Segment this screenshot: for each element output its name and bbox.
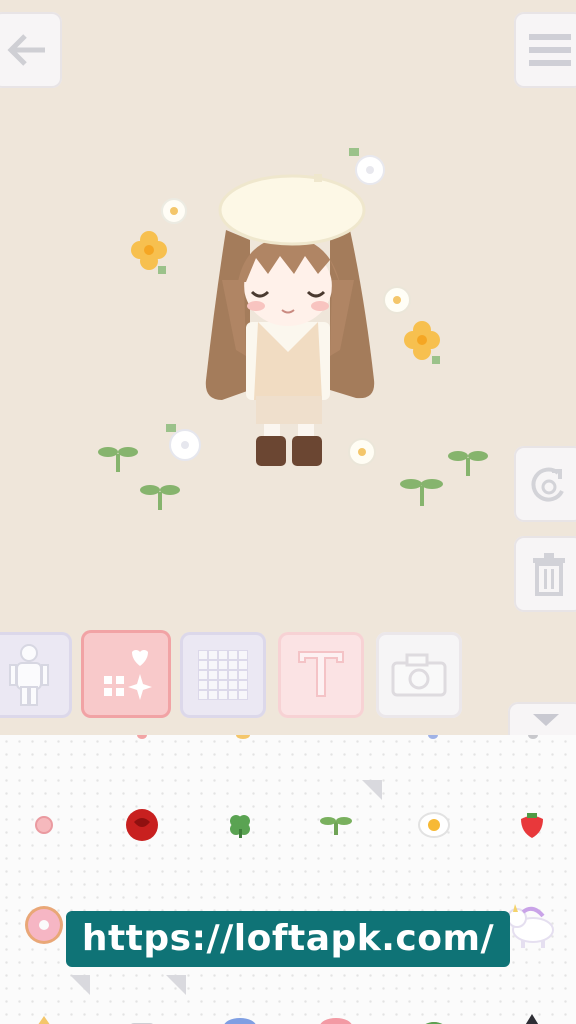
character-illustration[interactable] [0, 60, 576, 620]
rotate-icon [531, 467, 564, 502]
person-icon [9, 644, 49, 706]
tool-text[interactable] [278, 632, 364, 718]
partial-sticker[interactable] [528, 735, 538, 739]
sticker-blue-macaron[interactable] [210, 987, 270, 1024]
sprout-sticker[interactable] [98, 447, 138, 472]
strawberry-icon [521, 813, 543, 838]
partial-sticker[interactable] [428, 735, 438, 739]
pink-macaron-icon [320, 1018, 352, 1024]
camera-icon [391, 653, 447, 697]
blue-macaron-icon [224, 1018, 256, 1024]
flower-sticker[interactable] [348, 438, 376, 466]
partial-sticker[interactable] [236, 735, 250, 739]
flower-sticker[interactable] [166, 424, 201, 461]
flower-sticker[interactable] [161, 198, 187, 224]
tool-body[interactable] [0, 632, 72, 718]
sticker-clover[interactable] [210, 795, 270, 855]
sticker-watermelon[interactable] [404, 987, 464, 1024]
sticker-pink-dot[interactable] [14, 795, 74, 855]
sticker-outline[interactable] [112, 987, 172, 1024]
tool-stickers[interactable] [81, 630, 171, 718]
grid-pattern-icon [198, 650, 248, 700]
sticker-sprout[interactable] [306, 795, 366, 855]
sticker-panel[interactable] [0, 735, 576, 1024]
donut-icon [25, 906, 63, 944]
sprout-icon [320, 817, 352, 835]
fried-egg-icon [418, 812, 450, 838]
sprout-sticker[interactable] [448, 451, 488, 476]
collapse-panel-button[interactable] [508, 702, 576, 735]
partial-sticker[interactable] [137, 735, 147, 739]
orange-flower-sticker[interactable] [404, 321, 440, 364]
sprout-sticker[interactable] [400, 479, 443, 506]
rose-icon [126, 809, 158, 841]
sparkle-heart-icon [104, 650, 152, 700]
canvas-area[interactable] [0, 0, 576, 735]
dark-cone-icon [525, 1014, 539, 1024]
text-icon [298, 651, 344, 697]
clover-icon [230, 815, 250, 838]
tool-background[interactable] [180, 632, 266, 718]
trash-button[interactable] [514, 536, 576, 612]
sticker-strawberry[interactable] [502, 795, 562, 855]
trash-icon [533, 553, 565, 596]
chevron-down-icon [533, 714, 559, 726]
sticker-donut[interactable] [14, 895, 74, 955]
tool-camera[interactable] [376, 632, 462, 718]
rotate-button[interactable] [514, 446, 576, 522]
sticker-cone[interactable] [14, 987, 74, 1024]
pink-dot-icon [35, 816, 53, 834]
watermark-url: https://loftapk.com/ [66, 911, 510, 967]
watermelon-icon [425, 1022, 443, 1024]
orange-flower-sticker[interactable] [131, 231, 167, 274]
sprout-sticker[interactable] [140, 485, 180, 510]
unicorn-icon [507, 904, 554, 948]
flower-sticker[interactable] [349, 148, 385, 185]
sticker-dark-cone[interactable] [502, 987, 562, 1024]
cone-icon [38, 1016, 50, 1024]
flower-sticker[interactable] [383, 286, 411, 314]
sticker-rose[interactable] [112, 795, 172, 855]
outline-shape-icon [131, 1023, 153, 1024]
sticker-fried-egg[interactable] [404, 795, 464, 855]
sticker-pink-macaron[interactable] [306, 987, 366, 1024]
